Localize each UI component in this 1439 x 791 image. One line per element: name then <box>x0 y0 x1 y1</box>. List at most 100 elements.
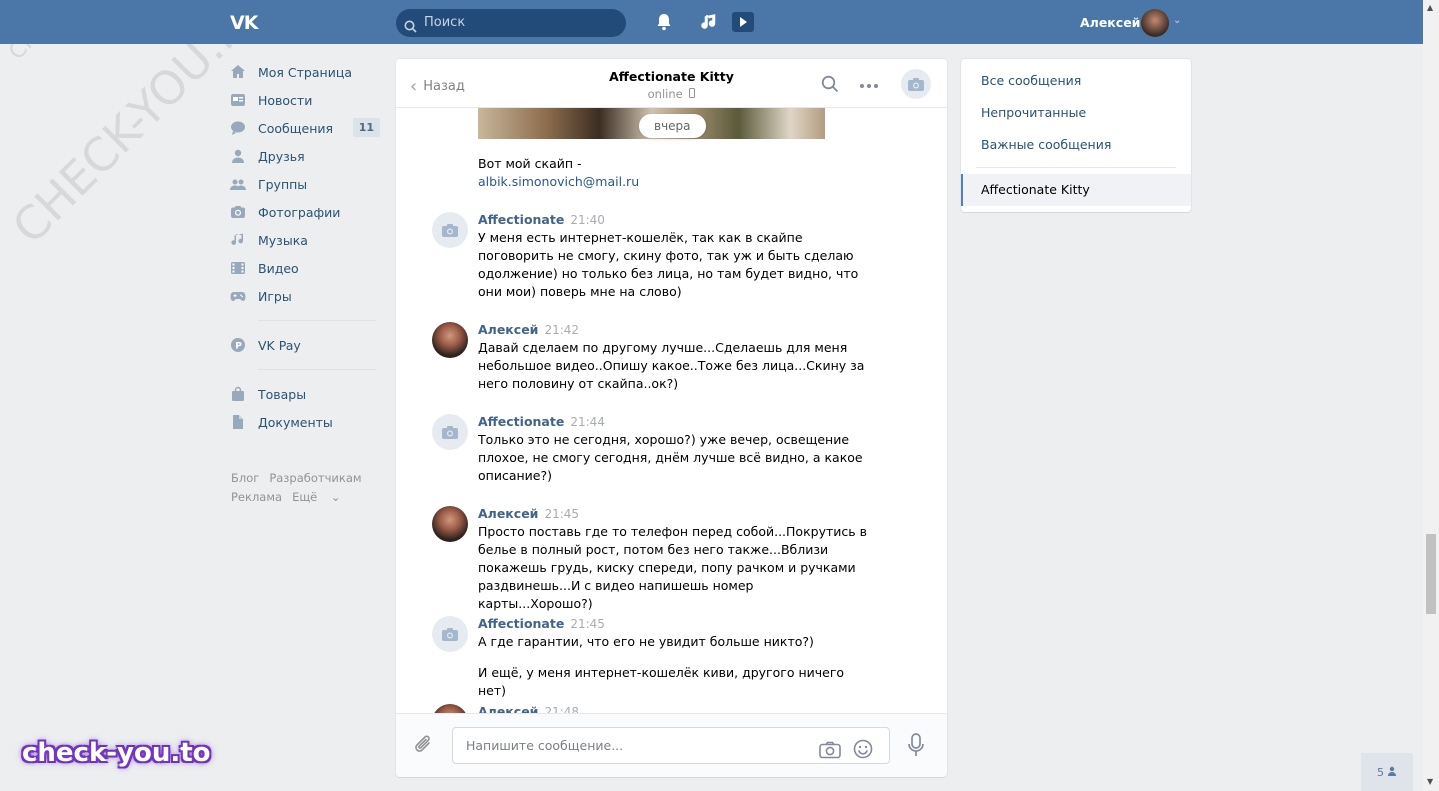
play-icon[interactable] <box>731 11 754 33</box>
footer-link-dev[interactable]: Разработчикам <box>269 471 361 485</box>
chat-header: ‹ Назад Affectionate Kitty online <box>396 59 947 108</box>
vk-logo[interactable]: VK <box>230 12 264 34</box>
home-icon <box>230 64 246 80</box>
avatar[interactable] <box>432 212 468 248</box>
sidebar-item-news[interactable]: Новости <box>230 86 380 114</box>
date-separator: вчера <box>639 114 706 138</box>
conversation-item-active[interactable]: Affectionate Kitty <box>961 174 1191 206</box>
scroll-up-icon[interactable]: ▲ <box>1427 3 1433 12</box>
footer-link-blog[interactable]: Блог <box>231 471 259 485</box>
emoji-icon[interactable] <box>853 737 873 772</box>
avatar[interactable] <box>432 322 468 358</box>
message-time: 21:44 <box>570 415 605 429</box>
vkpay-icon: P <box>230 337 246 353</box>
sidebar-item-label: Видео <box>258 260 299 276</box>
sidebar-item-groups[interactable]: Группы <box>230 170 380 198</box>
sidebar-item-friends[interactable]: Друзья <box>230 142 380 170</box>
sidebar-item-market[interactable]: Товары <box>230 380 380 408</box>
docs-icon <box>230 414 246 430</box>
avatar[interactable] <box>1141 9 1169 37</box>
sidebar-item-label: Фотографии <box>258 204 341 220</box>
sidebar-item-my-page[interactable]: Моя Страница <box>230 58 380 86</box>
sidebar-item-label: Товары <box>258 386 307 402</box>
camera-icon[interactable] <box>819 737 841 772</box>
messages-count-badge: 11 <box>352 118 380 137</box>
avatar[interactable] <box>432 414 468 450</box>
news-icon <box>230 92 246 108</box>
chevron-down-icon[interactable]: ⌄ <box>1173 15 1181 26</box>
games-icon <box>230 288 246 304</box>
sidebar-item-label: Группы <box>258 176 308 192</box>
sidebar-item-photos[interactable]: Фотографии <box>230 198 380 226</box>
more-icon[interactable] <box>859 78 879 93</box>
message-text: Давай сделаем по другому лучше...Сделаеш… <box>478 340 865 391</box>
message-history[interactable]: вчера Вот мой скайп - albik.simonovich@m… <box>396 108 947 740</box>
sidebar-item-label: Музыка <box>258 232 308 248</box>
left-nav: Моя Страница Новости Сообщения 11 Друзья… <box>230 58 380 436</box>
email-link[interactable]: albik.simonovich@mail.ru <box>478 174 639 189</box>
filter-all-messages[interactable]: Все сообщения <box>981 73 1081 88</box>
message-text: И ещё, у меня интернет-кошелёк киви, дру… <box>478 665 845 698</box>
video-icon <box>230 260 246 276</box>
scrollbar-thumb[interactable] <box>1426 534 1436 614</box>
friends-icon <box>230 148 246 164</box>
sidebar-item-games[interactable]: Игры <box>230 282 380 310</box>
online-friends-button[interactable]: 5 <box>1361 753 1413 791</box>
message-text: У меня есть интернет-кошелёк, так как в … <box>478 230 859 299</box>
scroll-down-icon[interactable]: ▼ <box>1427 777 1433 786</box>
message-time: 21:45 <box>544 507 580 521</box>
message-text: Просто поставь где то телефон перед собо… <box>478 524 867 611</box>
message-time: 21:42 <box>544 323 580 337</box>
message-author[interactable]: Affectionate 21:40 <box>478 212 605 227</box>
user-name[interactable]: Алексей <box>1080 15 1140 30</box>
filter-important[interactable]: Важные сообщения <box>981 137 1111 152</box>
attach-icon[interactable] <box>414 734 434 760</box>
sidebar-item-label: Документы <box>258 414 333 430</box>
sidebar-item-label: Моя Страница <box>258 64 352 80</box>
footer-link-ads[interactable]: Реклама <box>231 490 282 504</box>
filter-unread[interactable]: Непрочитанные <box>981 105 1086 120</box>
sidebar-item-messages[interactable]: Сообщения 11 <box>230 114 380 142</box>
messages-icon <box>230 120 246 136</box>
message-time: 21:40 <box>570 213 605 227</box>
sidebar-item-video[interactable]: Видео <box>230 254 380 282</box>
avatar[interactable] <box>432 506 468 542</box>
message-text: А где гарантии, что его не увидит больше… <box>478 634 814 649</box>
message-text: Вот мой скайп - albik.simonovich@mail.ru <box>478 156 640 189</box>
nav-divider <box>258 369 376 370</box>
footer-link-more[interactable]: Ещё ⌄ <box>292 490 350 504</box>
message-author[interactable]: Алексей 21:45 <box>478 506 579 521</box>
sidebar-item-docs[interactable]: Документы <box>230 408 380 436</box>
message-input[interactable]: Напишите сообщение... <box>452 727 890 764</box>
music-icon <box>230 232 246 248</box>
search-icon <box>404 16 417 44</box>
chat-avatar-camera-icon[interactable] <box>901 69 931 99</box>
message-author[interactable]: Affectionate 21:45 <box>478 616 605 631</box>
message-author[interactable]: Affectionate 21:44 <box>478 414 605 429</box>
person-icon <box>1387 766 1397 779</box>
search-placeholder: Поиск <box>424 15 466 30</box>
message-composer: Напишите сообщение... <box>396 713 947 777</box>
message-time: 21:45 <box>570 617 605 631</box>
panel-divider <box>976 167 1176 168</box>
microphone-icon[interactable] <box>907 733 925 761</box>
message-author[interactable]: Алексей 21:42 <box>478 322 579 337</box>
footer-links: Блог Разработчикам Реклама Ещё ⌄ <box>231 469 372 507</box>
bell-icon[interactable] <box>654 12 676 34</box>
sidebar-item-label: VK Pay <box>258 337 301 353</box>
page-scrollbar[interactable]: ▲ ▼ <box>1423 0 1439 791</box>
sidebar-item-vk-pay[interactable]: P VK Pay <box>230 331 380 359</box>
sidebar-item-label: Игры <box>258 288 292 304</box>
svg-text:P: P <box>235 342 242 352</box>
top-bar: VK Поиск Алексей ⌄ <box>0 0 1423 44</box>
sidebar-item-music[interactable]: Музыка <box>230 226 380 254</box>
avatar[interactable] <box>432 616 468 652</box>
photos-icon <box>230 204 246 220</box>
nav-divider <box>258 320 376 321</box>
sidebar-item-label: Сообщения <box>258 120 334 136</box>
mobile-icon <box>686 87 696 101</box>
chevron-down-icon: ⌄ <box>330 490 341 504</box>
search-input[interactable]: Поиск <box>396 9 626 37</box>
music-icon[interactable] <box>700 12 722 34</box>
search-icon[interactable] <box>821 75 839 97</box>
